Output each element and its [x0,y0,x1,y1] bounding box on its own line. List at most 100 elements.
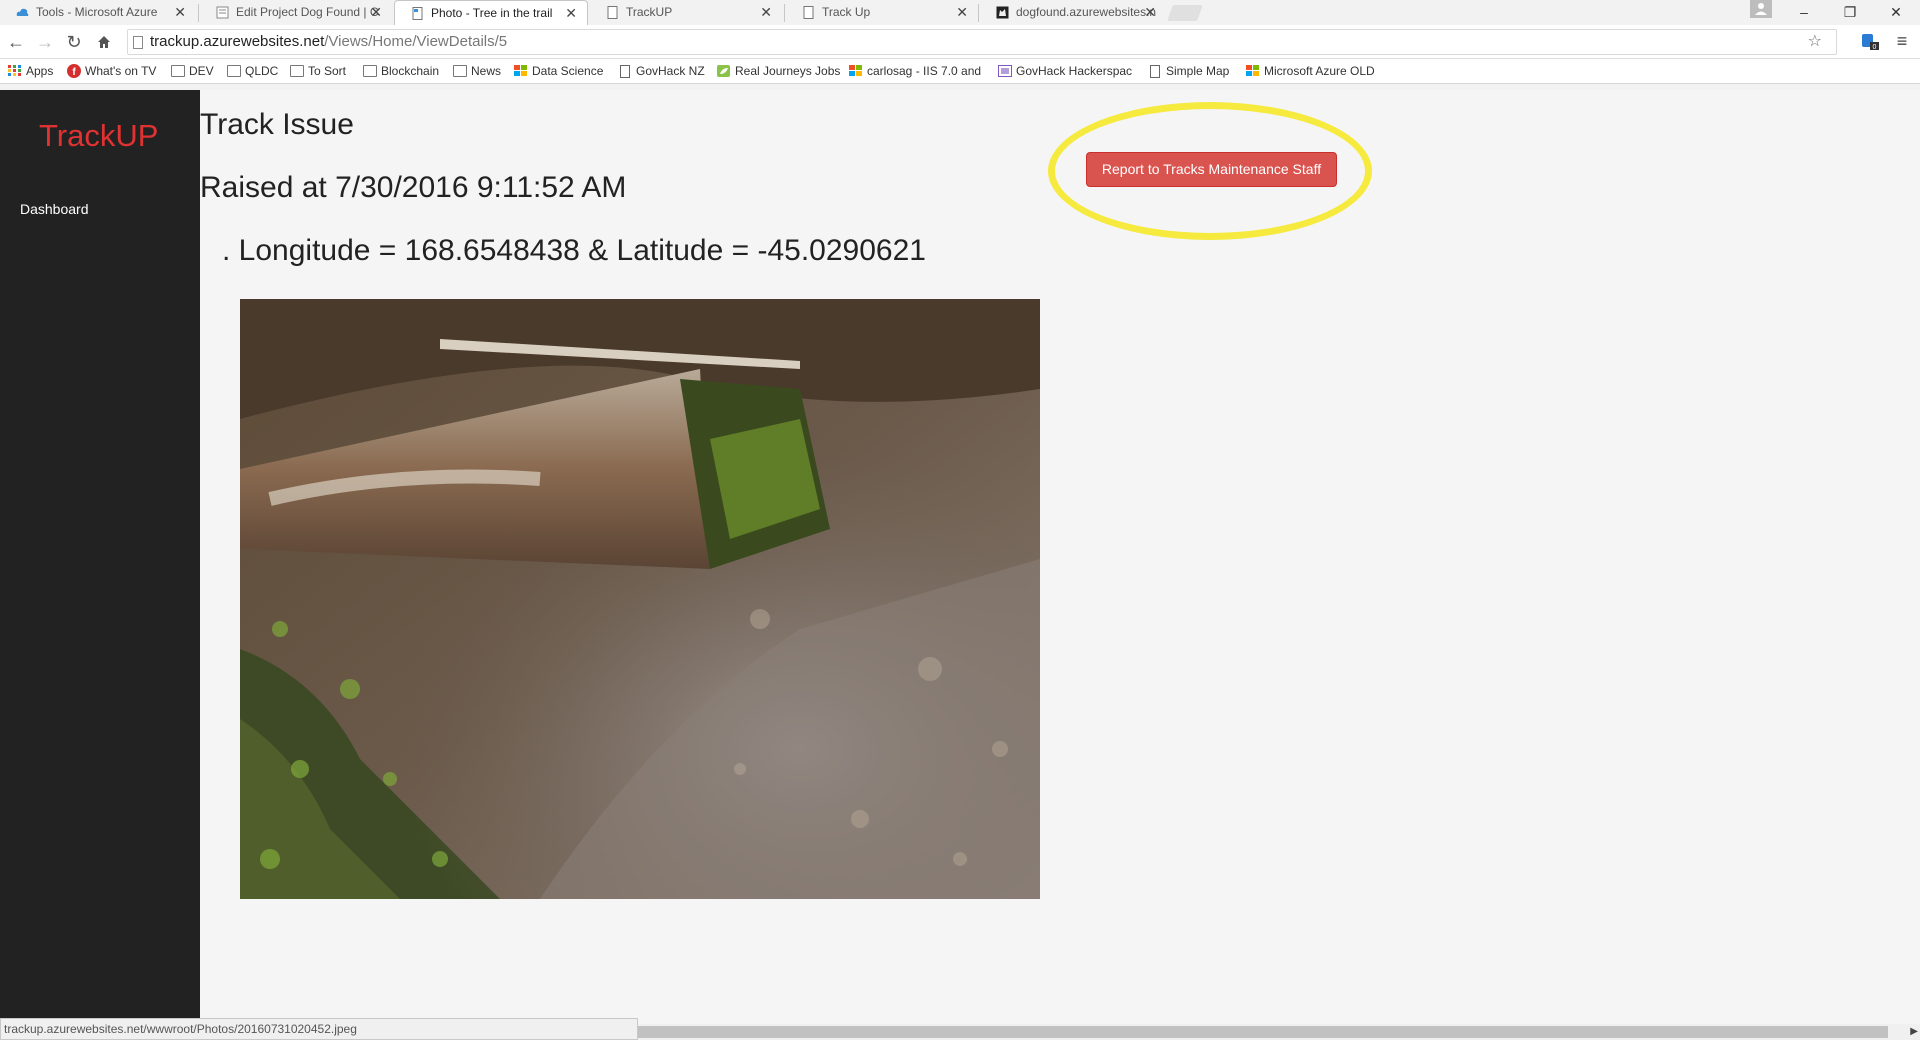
report-to-maintenance-button[interactable]: Report to Tracks Maintenance Staff [1086,152,1337,187]
tab-label: Edit Project Dog Found | C [236,5,379,19]
tab-edit-project[interactable]: Edit Project Dog Found | C ✕ [200,0,392,25]
bookmark-label: Blockchain [381,64,440,78]
tab-dogfound[interactable]: dogfound.azurewebsites.n ✕ [980,0,1166,25]
folder-icon [227,65,241,77]
page-icon [803,6,814,19]
tab-tools-azure[interactable]: Tools - Microsoft Azure ✕ [0,0,196,25]
folder-icon [171,65,185,77]
bookmark-whats-on-tv[interactable]: f What's on TV [67,59,156,84]
bookmark-label: What's on TV [85,64,157,78]
scroll-right-arrow-icon[interactable]: ▶ [1910,1024,1918,1040]
bookmark-carlosag[interactable]: carlosag - IIS 7.0 and [849,59,981,84]
tab-label: Tools - Microsoft Azure [36,5,158,19]
tab-track-up[interactable]: Track Up ✕ [786,0,978,25]
bookmark-label: QLDC [245,64,279,78]
home-icon[interactable] [92,30,116,54]
bookmark-dev[interactable]: DEV [171,59,214,84]
document-icon [216,6,229,19]
profile-icon[interactable] [1750,0,1772,18]
menu-icon[interactable]: ≡ [1893,31,1911,51]
scrollbar-thumb[interactable] [638,1026,1888,1038]
bookmark-label: GovHack Hackerspac [1016,64,1133,78]
tab-strip: Tools - Microsoft Azure ✕ Edit Project D… [0,0,1920,25]
folder-icon [363,65,377,77]
tab-label: TrackUP [626,5,673,19]
coordinates-text: . Longitude = 168.6548438 & Latitude = -… [222,234,926,267]
tab-label: Track Up [822,5,871,19]
dog-icon [996,6,1009,19]
bookmark-apps[interactable]: Apps [8,59,53,84]
status-bar: trackup.azurewebsites.net/wwwroot/Photos… [0,1018,638,1040]
folder-icon [453,65,467,77]
bookmark-label: DEV [189,64,214,78]
tab-trackup[interactable]: TrackUP ✕ [590,0,782,25]
bookmark-label: Microsoft Azure OLD [1264,64,1375,78]
windows-logo-icon [514,65,527,76]
restore-button[interactable]: ❐ [1827,0,1873,25]
page-icon [412,7,423,20]
close-icon[interactable]: ✕ [760,0,772,25]
url-path: /Views/Home/ViewDetails/5 [324,33,508,50]
window-close-button[interactable]: ✕ [1873,0,1919,25]
bookmark-qldc[interactable]: QLDC [227,59,278,84]
windows-logo-icon [849,65,862,76]
bookmark-label: Simple Map [1166,64,1230,78]
new-tab-button[interactable] [1167,5,1203,21]
govhack-icon [998,65,1012,77]
close-icon[interactable]: ✕ [565,1,577,25]
bookmark-label: News [471,64,502,78]
bookmark-simple-map[interactable]: Simple Map [1148,59,1229,84]
url-text: trackup.azurewebsites.net/Views/Home/Vie… [150,30,507,54]
page-content: TrackUP Dashboard Track Issue Raised at … [0,90,1920,1040]
red-f-icon: f [67,64,81,78]
bookmark-label: GovHack NZ [636,64,705,78]
bookmark-to-sort[interactable]: To Sort [290,59,346,84]
issue-photo [240,299,1040,899]
cloud-icon [16,8,29,16]
tab-separator [198,4,199,22]
raised-timestamp: Raised at 7/30/2016 9:11:52 AM [200,171,627,204]
bookmark-blockchain[interactable]: Blockchain [363,59,439,84]
brand-logo[interactable]: TrackUP [39,118,158,154]
bookmark-news[interactable]: News [453,59,501,84]
close-icon[interactable]: ✕ [370,0,382,25]
bookmark-azure-old[interactable]: Microsoft Azure OLD [1246,59,1375,84]
back-arrow-icon[interactable]: ← [4,30,28,54]
bookmark-govhack-hackerspace[interactable]: GovHack Hackerspac [998,59,1132,84]
forward-arrow-icon[interactable]: → [33,30,57,54]
browser-toolbar: ← → ↻ trackup.azurewebsites.net/Views/Ho… [0,25,1920,59]
bookmark-label: To Sort [308,64,347,78]
extension-badge: 0 [1873,44,1877,51]
bookmark-label: carlosag - IIS 7.0 and [867,64,982,78]
windows-logo-icon [1246,65,1259,76]
apps-grid-icon [8,65,21,76]
close-icon[interactable]: ✕ [174,0,186,25]
bookmark-data-science[interactable]: Data Science [514,59,603,84]
bookmark-label: Data Science [532,64,604,78]
reload-icon[interactable]: ↻ [62,30,86,54]
bookmark-real-journeys[interactable]: Real Journeys Jobs [717,59,840,84]
tab-photo-tree[interactable]: Photo - Tree in the trail ✕ [394,0,588,25]
bookmark-label: Real Journeys Jobs [735,64,841,78]
leaf-icon [717,65,730,77]
minimize-button[interactable]: – [1781,0,1827,25]
horizontal-scrollbar[interactable]: ▶ [638,1024,1920,1040]
close-icon[interactable]: ✕ [956,0,968,25]
tab-separator [784,4,785,22]
tab-label: Photo - Tree in the trail [431,6,553,20]
page-icon [133,36,143,49]
url-host: trackup.azurewebsites.net [150,33,325,50]
page-title: Track Issue [200,108,354,141]
page-icon [620,65,630,78]
bookmarks-bar: Apps f What's on TV DEV QLDC To Sort Blo… [0,59,1920,84]
bookmark-star-icon[interactable]: ☆ [1808,30,1822,54]
bookmark-govhack-nz[interactable]: GovHack NZ [618,59,705,84]
sidebar: TrackUP Dashboard [0,90,200,1040]
nav-item-dashboard[interactable]: Dashboard [20,201,89,217]
address-bar[interactable]: trackup.azurewebsites.net/Views/Home/Vie… [127,29,1837,55]
page-icon [1150,65,1160,78]
tab-label: dogfound.azurewebsites.n [1016,5,1157,19]
close-icon[interactable]: ✕ [1144,0,1156,25]
tab-separator [978,4,979,22]
extension-icon[interactable]: 0 [1860,31,1880,51]
